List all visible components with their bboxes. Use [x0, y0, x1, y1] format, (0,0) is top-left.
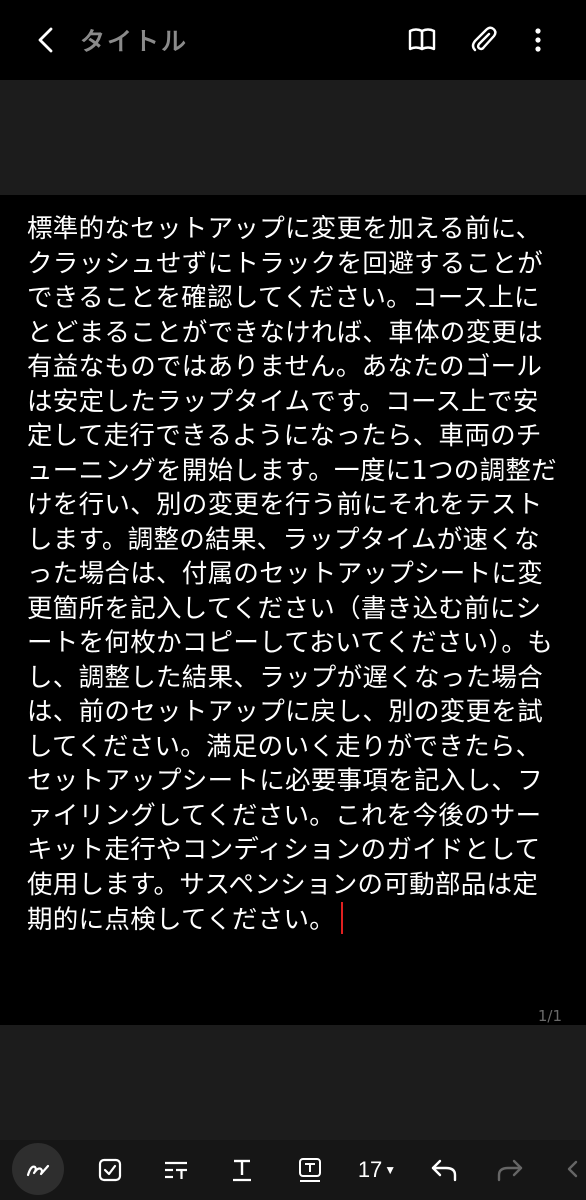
text-cursor — [341, 902, 344, 934]
checkbox-icon — [98, 1158, 122, 1182]
text-format-button[interactable] — [222, 1146, 262, 1194]
chevron-down-icon: ▼ — [384, 1163, 397, 1177]
top-app-bar: タイトル — [0, 0, 586, 80]
bottom-toolbar: 17 ▼ — [0, 1140, 586, 1200]
font-size-selector[interactable]: 17 ▼ — [352, 1146, 402, 1194]
more-options-button[interactable] — [518, 20, 558, 60]
text-box-icon — [299, 1158, 321, 1182]
book-view-icon — [408, 28, 436, 51]
redo-icon — [497, 1159, 523, 1182]
pen-icon — [26, 1164, 50, 1177]
back-button[interactable] — [26, 20, 66, 60]
more-tools-button[interactable] — [560, 1146, 586, 1194]
note-title[interactable]: タイトル — [80, 22, 188, 58]
note-page[interactable]: 標準的なセットアップに変更を加える前に、クラッシュせずにトラックを回避することが… — [0, 195, 586, 1025]
redo-button[interactable] — [490, 1146, 530, 1194]
more-vertical-icon — [535, 28, 541, 52]
text-box-button[interactable] — [290, 1146, 330, 1194]
back-arrow-icon — [38, 27, 53, 53]
text-style-icon — [165, 1161, 187, 1179]
page-indicator: 1/1 — [537, 1007, 562, 1025]
undo-icon — [431, 1159, 457, 1182]
note-body: 標準的なセットアップに変更を加える前に、クラッシュせずにトラックを回避することが… — [27, 214, 557, 935]
text-style-button[interactable] — [156, 1146, 196, 1194]
font-size-value: 17 — [357, 1157, 383, 1182]
note-body-text[interactable]: 標準的なセットアップに変更を加える前に、クラッシュせずにトラックを回避することが… — [27, 212, 557, 938]
paperclip-icon — [471, 26, 497, 52]
more-icon — [567, 1160, 578, 1178]
undo-button[interactable] — [424, 1146, 464, 1194]
reading-mode-button[interactable] — [402, 20, 442, 60]
checkbox-button[interactable] — [90, 1146, 130, 1194]
pen-button[interactable] — [12, 1143, 64, 1195]
text-format-icon — [233, 1159, 251, 1182]
attach-button[interactable] — [464, 20, 504, 60]
header-gap — [0, 80, 586, 195]
